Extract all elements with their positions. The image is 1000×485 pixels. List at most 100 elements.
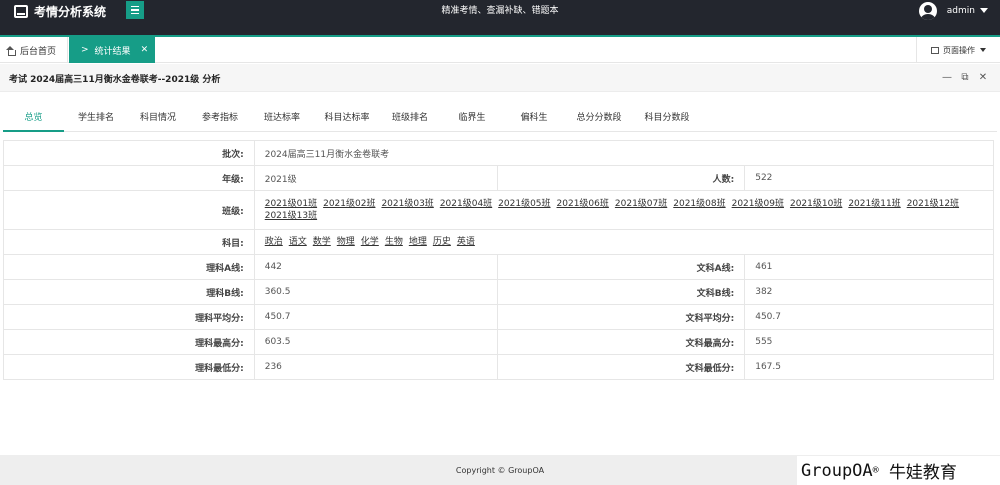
user-avatar-icon xyxy=(918,1,937,20)
art-b-label: 文科B线: xyxy=(497,279,746,305)
sci-max-value: 603.5 xyxy=(253,329,499,355)
tab-class-rank[interactable]: 班级排名 xyxy=(381,104,439,132)
grade-value: 2021级 xyxy=(253,165,499,191)
sci-a-value: 442 xyxy=(253,254,499,280)
table-row: 批次: 2024届高三11月衡水金卷联考 xyxy=(3,140,995,166)
panel-tools: — ⧉ ✕ xyxy=(942,72,988,84)
art-max-label: 文科最高分: xyxy=(497,329,746,355)
art-avg-label: 文科平均分: xyxy=(497,304,746,330)
batch-value: 2024届高三11月衡水金卷联考 xyxy=(253,140,995,166)
subject-link[interactable]: 物理 xyxy=(337,237,355,247)
table-row: 班级: 2021级01班 2021级02班 2021级03班 2021级04班 2021… xyxy=(3,190,995,230)
table-row: 理科最高分: 603.5 文科最高分: 555 xyxy=(3,329,994,355)
art-a-label: 文科A线: xyxy=(497,254,746,280)
watermark-cn-text: 牛娃教育 xyxy=(888,463,957,483)
tab-overview[interactable]: 总览 xyxy=(3,104,64,132)
caret-down-icon xyxy=(980,48,986,52)
class-link[interactable]: 2021级01班 xyxy=(265,199,317,209)
top-header: 考情分析系统 精准考情、查漏补缺、错题本 admin xyxy=(0,0,1000,35)
sci-b-label: 理科B线: xyxy=(3,279,255,305)
table-row: 理科B线: 360.5 文科B线: 382 xyxy=(3,279,994,305)
grade-label: 年级: xyxy=(3,165,255,191)
class-link[interactable]: 2021级06班 xyxy=(557,199,609,209)
header-slogan: 精准考情、查漏补缺、错题本 xyxy=(441,6,559,16)
class-link[interactable]: 2021级08班 xyxy=(673,199,725,209)
sci-b-value: 360.5 xyxy=(253,279,499,305)
batch-label: 批次: xyxy=(3,140,255,166)
tab-total-score-bands[interactable]: 总分分数段 xyxy=(567,104,631,132)
sci-avg-value: 450.7 xyxy=(253,304,499,330)
class-link[interactable]: 2021级10班 xyxy=(790,199,842,209)
subject-links: 政治 语文 数学 物理 化学 生物 地理 历史 英语 xyxy=(253,229,995,255)
close-icon[interactable]: ✕ xyxy=(141,45,149,55)
class-link[interactable]: 2021级05班 xyxy=(498,199,550,209)
registered-mark: ® xyxy=(872,465,879,476)
class-link[interactable]: 2021级13班 xyxy=(265,211,317,221)
analysis-tabs: 总览 学生排名 科目情况 参考指标 班达标率 科目达标率 班级排名 临界生 偏科… xyxy=(3,104,997,132)
overview-table: 批次: 2024届高三11月衡水金卷联考 年级: 2021级 人数: 522 班… xyxy=(3,140,995,380)
tab-student-rank[interactable]: 学生排名 xyxy=(67,104,125,132)
subject-link[interactable]: 英语 xyxy=(457,237,475,247)
subject-link[interactable]: 数学 xyxy=(313,237,331,247)
sci-min-label: 理科最低分: xyxy=(3,354,255,380)
table-row: 年级: 2021级 人数: 522 xyxy=(3,165,994,191)
subject-link[interactable]: 政治 xyxy=(265,237,283,247)
tab-subject-pass-rate[interactable]: 科目达标率 xyxy=(315,104,379,132)
sci-avg-label: 理科平均分: xyxy=(3,304,255,330)
tab-reference-index[interactable]: 参考指标 xyxy=(191,104,249,132)
page-tab-bar: 后台首页 > 统计结果 ✕ 页面操作 xyxy=(0,37,1000,63)
tab-stats-result[interactable]: > 统计结果 ✕ xyxy=(69,37,155,63)
class-links: 2021级01班 2021级02班 2021级03班 2021级04班 2021级05班… xyxy=(253,190,995,230)
tab-unbalanced-students[interactable]: 偏科生 xyxy=(505,104,563,132)
art-max-value: 555 xyxy=(744,329,994,355)
art-min-label: 文科最低分: xyxy=(497,354,746,380)
tab-home[interactable]: 后台首页 xyxy=(0,37,68,63)
class-label: 班级: xyxy=(3,190,255,230)
tab-home-label: 后台首页 xyxy=(20,46,57,57)
tab-borderline-students[interactable]: 临界生 xyxy=(443,104,501,132)
art-avg-value: 450.7 xyxy=(744,304,994,330)
class-link[interactable]: 2021级09班 xyxy=(732,199,784,209)
count-label: 人数: xyxy=(497,165,746,191)
subject-link[interactable]: 生物 xyxy=(385,237,403,247)
home-icon xyxy=(6,45,16,56)
art-min-value: 167.5 xyxy=(744,354,994,380)
panel-header: 考试 2024届高三11月衡水金卷联考--2021级 分析 — ⧉ ✕ xyxy=(0,64,1000,92)
art-a-value: 461 xyxy=(744,254,994,280)
class-link[interactable]: 2021级03班 xyxy=(381,199,433,209)
caret-down-icon xyxy=(980,8,988,13)
tab-stats-label: 统计结果 xyxy=(94,46,131,57)
maximize-icon[interactable]: ⧉ xyxy=(960,72,970,84)
sci-a-label: 理科A线: xyxy=(3,254,255,280)
subject-label: 科目: xyxy=(3,229,255,255)
tab-subject-score-bands[interactable]: 科目分数段 xyxy=(635,104,699,132)
user-menu[interactable]: admin xyxy=(918,0,988,21)
class-link[interactable]: 2021级07班 xyxy=(615,199,667,209)
subject-link[interactable]: 语文 xyxy=(289,237,307,247)
table-row: 理科最低分: 236 文科最低分: 167.5 xyxy=(3,354,994,380)
page-ops-label: 页面操作 xyxy=(943,45,975,55)
panel-title: 考试 2024届高三11月衡水金卷联考--2021级 分析 xyxy=(9,75,221,85)
table-row: 理科A线: 442 文科A线: 461 xyxy=(3,254,994,280)
table-row: 理科平均分: 450.7 文科平均分: 450.7 xyxy=(3,304,994,330)
chevron-right-icon: > xyxy=(81,45,89,55)
subject-link[interactable]: 历史 xyxy=(433,237,451,247)
subject-link[interactable]: 化学 xyxy=(361,237,379,247)
tab-class-pass-rate[interactable]: 班达标率 xyxy=(253,104,311,132)
watermark-text: GroupOA xyxy=(801,460,873,481)
minimize-icon[interactable]: — xyxy=(942,72,952,84)
window-icon xyxy=(931,46,939,54)
count-value: 522 xyxy=(744,165,994,191)
class-link[interactable]: 2021级02班 xyxy=(323,199,375,209)
class-link[interactable]: 2021级04班 xyxy=(440,199,492,209)
copyright-text: Copyright © GroupOA xyxy=(455,465,545,475)
sci-min-value: 236 xyxy=(253,354,499,380)
subject-link[interactable]: 地理 xyxy=(409,237,427,247)
page-operations-menu[interactable]: 页面操作 xyxy=(916,37,1000,63)
username: admin xyxy=(946,5,975,16)
class-link[interactable]: 2021级11班 xyxy=(848,199,900,209)
close-icon[interactable]: ✕ xyxy=(978,72,988,84)
sci-max-label: 理科最高分: xyxy=(3,329,255,355)
tab-subject-status[interactable]: 科目情况 xyxy=(129,104,187,132)
class-link[interactable]: 2021级12班 xyxy=(907,199,959,209)
